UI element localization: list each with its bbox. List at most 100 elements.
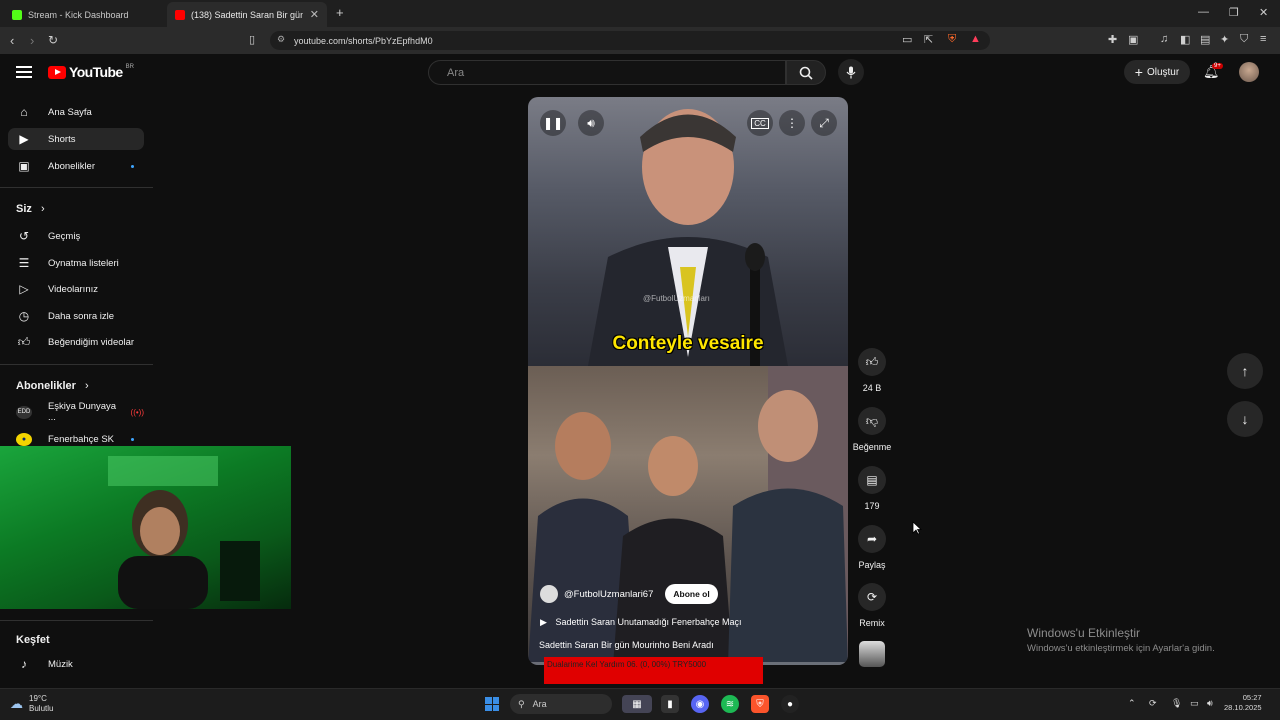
subscribe-button[interactable]: Abone ol: [665, 584, 718, 604]
tab-youtube-short[interactable]: (138) Sadettin Saran Bir gün M ✕: [167, 2, 327, 27]
share-icon: ➦: [866, 532, 878, 546]
sidebar-item-subscriptions[interactable]: ▣ Abonelikler: [8, 155, 144, 177]
sync-icon[interactable]: ⟳: [1149, 698, 1157, 709]
related-video-title: Sadettin Saran Unutamadığı Fenerbahçe Ma…: [555, 617, 742, 627]
cast-icon[interactable]: ▭: [902, 33, 912, 46]
taskbar-search[interactable]: ⚲ Ara: [510, 694, 612, 714]
subscriptions-section-title[interactable]: Abonelikler ›: [16, 380, 89, 392]
next-short-button[interactable]: ↓: [1227, 401, 1263, 437]
chevron-right-icon: ›: [40, 203, 45, 215]
dislike-button[interactable]: 👎︎: [858, 407, 886, 435]
widgets-app-icon[interactable]: ▦: [622, 695, 652, 713]
shorts-player[interactable]: ❚❚ 🔊︎ CC ⋮ ⤢ @FutbolUzmanları Conteyle v…: [528, 97, 848, 665]
sidebar-sub-channel[interactable]: EDD Eşkiya Dunyaya ... ((•)): [8, 401, 144, 423]
hamburger-menu-icon[interactable]: [16, 63, 32, 81]
play-icon: ▶: [540, 617, 547, 627]
spotify-icon[interactable]: ≋: [721, 695, 739, 713]
channel-row: @FutbolUzmanlari67 Abone ol: [540, 584, 718, 604]
create-button[interactable]: + Oluştur: [1124, 60, 1190, 84]
sidebar-item-shorts[interactable]: ▶ Shorts: [8, 128, 144, 150]
brave-shield-icon[interactable]: ⛨: [948, 33, 956, 46]
like-button[interactable]: 👍︎: [858, 348, 886, 376]
sidebar-toggle-icon[interactable]: ◧: [1180, 33, 1190, 46]
tray-overflow-icon[interactable]: ⌃: [1128, 698, 1136, 709]
remix-button[interactable]: ⟳: [858, 583, 886, 611]
captions-button[interactable]: CC: [747, 110, 773, 136]
pause-button[interactable]: ❚❚: [540, 110, 566, 136]
url-field[interactable]: ⚙ youtube.com/shorts/PbYzEpfhdM0: [270, 31, 990, 50]
more-options-button[interactable]: ⋮: [779, 110, 805, 136]
search-icon: ⚲: [518, 698, 525, 709]
sidebar-item-playlists[interactable]: ☰ Oynatma listeleri: [8, 252, 144, 274]
sidebar-item-label: Ana Sayfa: [48, 106, 92, 118]
search-button[interactable]: [786, 60, 826, 85]
share-label: Paylaş: [858, 560, 886, 570]
back-icon[interactable]: ‹: [10, 33, 14, 48]
media-icon[interactable]: ♫: [1160, 33, 1168, 45]
sidebar-item-music[interactable]: ♪ Müzik: [8, 653, 144, 675]
close-window-icon[interactable]: ✕: [1259, 6, 1268, 19]
comments-button[interactable]: ▤: [858, 466, 886, 494]
windows-start-icon[interactable]: [485, 697, 499, 711]
sidebar-divider: [0, 620, 153, 621]
volume-tray-icon[interactable]: 🔊︎: [1207, 698, 1213, 709]
channel-name[interactable]: @FutbolUzmanlari67: [564, 589, 653, 600]
fullscreen-button[interactable]: ⤢: [811, 110, 837, 136]
you-section-title[interactable]: Siz ›: [16, 203, 45, 215]
new-tab-icon[interactable]: +: [336, 5, 344, 20]
sidebar-item-watch-later[interactable]: ◷ Daha sonra izle: [8, 305, 144, 327]
donation-overlay: Dualarime Kel Yardım 06. (0, 00%) TRY500…: [544, 657, 763, 684]
restore-icon[interactable]: ❐: [1229, 6, 1239, 19]
microphone-icon: [846, 66, 856, 78]
sidebar-divider: [0, 187, 153, 188]
more-vert-icon: ⋮: [786, 116, 798, 130]
close-tab-icon[interactable]: ✕: [310, 8, 319, 21]
sound-thumbnail[interactable]: [859, 641, 885, 667]
discord-icon[interactable]: ◉: [691, 695, 709, 713]
screenshot-icon[interactable]: ▣: [1128, 33, 1138, 46]
account-avatar[interactable]: [1239, 62, 1259, 82]
related-video-link[interactable]: ▶ Sadettin Saran Unutamadığı Fenerbahçe …: [540, 617, 742, 628]
live-icon: ((•)): [130, 407, 144, 417]
extensions-icon[interactable]: ✚: [1108, 33, 1117, 46]
obs-icon[interactable]: ●: [781, 695, 799, 713]
system-clock[interactable]: 05:27 28.10.2025: [1224, 693, 1262, 713]
previous-short-button[interactable]: ↑: [1227, 353, 1263, 389]
share-page-icon[interactable]: ⇱: [924, 33, 933, 46]
search-input[interactable]: Ara: [428, 60, 786, 85]
weather-widget[interactable]: ☁ 19°C Bulutlu: [10, 694, 53, 714]
brave-browser-icon[interactable]: ⛨: [751, 695, 769, 713]
sidebar-divider: [0, 364, 153, 365]
mouse-cursor-icon: [912, 521, 922, 535]
section-title-text: Abonelikler: [16, 380, 76, 392]
wallet-icon[interactable]: ▤: [1200, 33, 1210, 46]
tab-kick-dashboard[interactable]: Stream - Kick Dashboard: [4, 2, 164, 27]
reload-icon[interactable]: ↻: [48, 33, 58, 47]
channel-avatar[interactable]: [540, 585, 558, 603]
brave-rewards-icon[interactable]: ▲: [970, 33, 981, 45]
microphone-tray-icon[interactable]: 🎙︎: [1171, 698, 1182, 709]
voice-search-button[interactable]: [838, 59, 864, 85]
menu-icon[interactable]: ≡: [1260, 33, 1266, 45]
webcam-overlay: [0, 446, 291, 609]
sidebar-item-liked-videos[interactable]: 👍︎ Beğendiğim videolar: [8, 331, 144, 353]
your-videos-icon: ▷: [19, 282, 29, 296]
youtube-logo[interactable]: YouTube BR: [48, 64, 134, 80]
file-explorer-icon[interactable]: ▮: [661, 695, 679, 713]
sidebar-item-home[interactable]: ⌂ Ana Sayfa: [8, 101, 144, 123]
forward-icon[interactable]: ›: [30, 33, 34, 48]
leo-ai-icon[interactable]: ✦: [1220, 33, 1229, 46]
vpn-icon[interactable]: ⛉: [1240, 33, 1248, 46]
sidebar-item-label: Oynatma listeleri: [48, 257, 119, 269]
share-button[interactable]: ➦: [858, 525, 886, 553]
short-title[interactable]: Sadettin Saran Bir gün Mourinho Beni Ara…: [539, 640, 714, 650]
minimize-icon[interactable]: —: [1198, 6, 1209, 18]
video-frame-speaker: [528, 97, 848, 366]
bookmark-icon[interactable]: ▯: [249, 33, 255, 46]
network-icon[interactable]: ▭: [1190, 698, 1199, 709]
site-info-icon[interactable]: ⚙: [277, 34, 285, 45]
create-label: Oluştur: [1146, 66, 1180, 78]
sidebar-item-history[interactable]: ↺ Geçmiş: [8, 225, 144, 247]
mute-button[interactable]: 🔊︎: [578, 110, 604, 136]
sidebar-item-your-videos[interactable]: ▷ Videolarınız: [8, 278, 144, 300]
